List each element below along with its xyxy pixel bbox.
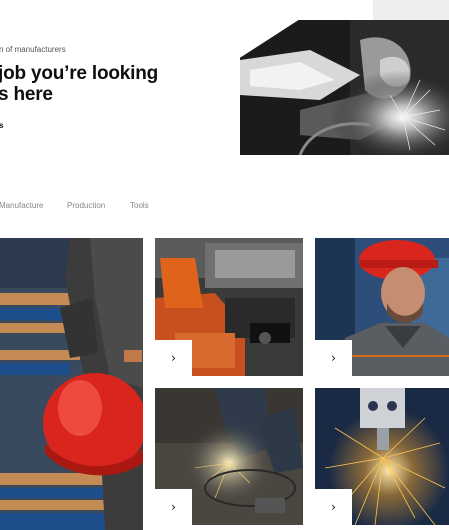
card-worker-portrait[interactable]: › (315, 238, 449, 376)
card-machine-parts[interactable]: › (155, 238, 303, 376)
hero-headline: job you’re looking s here (0, 63, 158, 105)
hero-headline-line2: s here (0, 84, 53, 105)
filter-tab-tools[interactable]: Tools (130, 201, 149, 210)
filter-tab-production[interactable]: Production (67, 201, 105, 210)
hero-eyebrow: n of manufacturers (0, 45, 66, 54)
card-red-helmet-worker[interactable] (0, 238, 143, 530)
corner-block (373, 0, 449, 20)
card-laser-cutter[interactable]: › (315, 388, 449, 525)
filter-tab-manufacture[interactable]: Manufacture (0, 201, 43, 210)
card-arrow-button[interactable]: › (155, 340, 192, 376)
chevron-right-icon: › (331, 500, 336, 514)
card-arrow-button[interactable]: › (315, 489, 352, 525)
chevron-right-icon: › (171, 500, 176, 514)
card-arrow-button[interactable]: › (155, 489, 192, 525)
chevron-right-icon: › (171, 351, 176, 365)
card-welding-floor[interactable]: › (155, 388, 303, 525)
hero-link[interactable]: s (0, 121, 3, 130)
hero-welding-photo (240, 20, 449, 155)
hero-headline-line1: job you’re looking (0, 63, 159, 84)
chevron-right-icon: › (331, 351, 336, 365)
card-arrow-button[interactable]: › (315, 340, 352, 376)
